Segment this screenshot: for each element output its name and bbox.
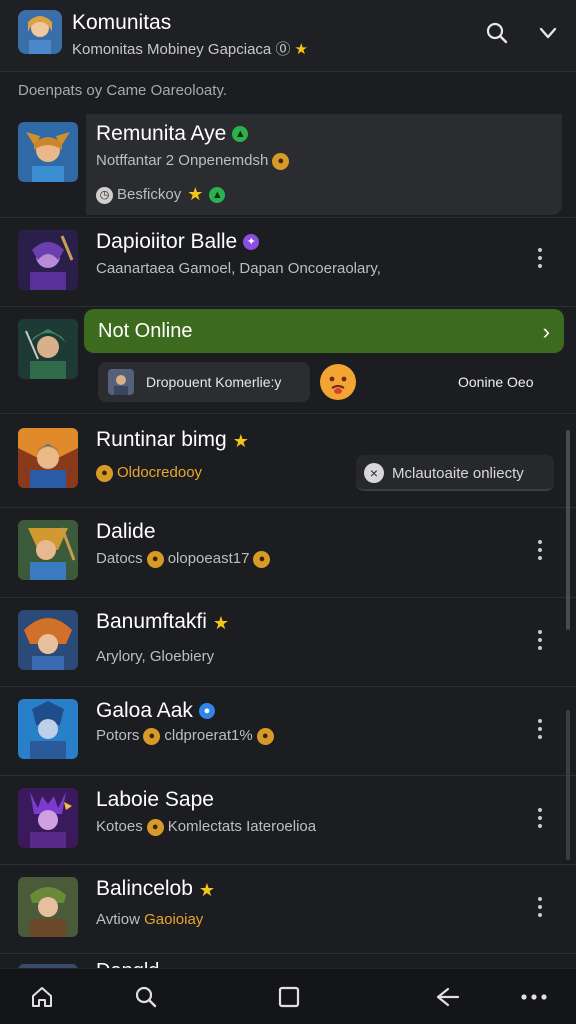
list-item[interactable]: Remunita Aye ▲ Notffantar 2 Onpenemdsh ● ◷…: [0, 114, 576, 214]
more-icon: [521, 994, 547, 1000]
item-avatar: [18, 520, 78, 580]
item-subtitle: Datocs ● olopoeast17 ●: [96, 550, 274, 568]
online-badge: ▲: [209, 187, 226, 204]
item-subtitle: Kotoes ● Komlectats Iateroelioa: [96, 818, 317, 836]
home-icon: [32, 987, 52, 1007]
home-button[interactable]: [26, 981, 58, 1013]
item-meta: ◷ Besfickoy ★ ▲: [96, 184, 226, 205]
item-subtitle: Potors ● cldproerat1% ●: [96, 727, 278, 745]
moderator-label: Mclautoaite onliecty: [392, 465, 524, 482]
menu-dropdown-button[interactable]: [533, 18, 563, 48]
chevron-right-icon: ›: [542, 319, 550, 344]
list-item[interactable]: [0, 954, 576, 968]
item-avatar: [18, 610, 78, 670]
coin-icon: ●: [272, 152, 290, 170]
item-name: Laboie Sape: [96, 788, 214, 811]
item-avatar: [18, 319, 78, 379]
coin-icon: ●: [146, 818, 164, 836]
item-subtitle: ● Oldocredooy: [96, 464, 202, 482]
coin-icon: ●: [253, 550, 271, 568]
status-badge: ▲: [232, 126, 249, 143]
item-subtitle: Notffantar 2 Onpenemdsh ●: [96, 152, 293, 170]
item-avatar: [18, 122, 78, 182]
coin-icon: ●: [96, 464, 113, 482]
list-item[interactable]: Galoa Aak ● Potors ● cldproerat1% ●: [0, 687, 576, 775]
star-icon: ★: [198, 880, 216, 900]
search-icon: [486, 22, 508, 44]
community-avatar[interactable]: [18, 10, 62, 54]
app-header: Komunitas Komonitas Mobiney Gapciaca ⓪ ★: [0, 0, 576, 72]
scrollbar-track: [566, 710, 570, 860]
more-options-button[interactable]: [528, 244, 552, 272]
item-avatar: [18, 428, 78, 488]
more-options-button[interactable]: [528, 626, 552, 654]
item-subtitle: Avtiow Gaoioiay: [96, 911, 204, 928]
item-avatar: [18, 877, 78, 937]
star-icon: ★: [232, 431, 249, 451]
list-item[interactable]: Banumftakfi ★ Arylory, Gloebiery: [0, 598, 576, 686]
coin-icon: ●: [256, 727, 274, 745]
item-avatar: [18, 699, 78, 759]
section-label: Doenpats oy Came Oareoloaty.: [18, 82, 227, 99]
online-count: Oonine Oeo: [458, 374, 534, 390]
chip-label: Dropouent Komerlie:y: [146, 374, 282, 390]
more-options-button[interactable]: [528, 804, 552, 832]
item-name: Dapioiitor Balle ✦: [96, 230, 260, 254]
chevron-down-icon: [539, 27, 557, 39]
item-name: Balincelob ★: [96, 877, 216, 900]
moderator-pill[interactable]: × Mclautoaite onliecty: [356, 455, 554, 491]
status-badge: ✦: [243, 234, 260, 251]
star-icon: ★: [212, 613, 230, 633]
item-avatar: [18, 788, 78, 848]
member-chip[interactable]: Dropouent Komerlie:y: [98, 362, 310, 402]
item-avatar: [18, 230, 78, 290]
list-item[interactable]: Dalide Datocs ● olopoeast17 ●: [0, 508, 576, 596]
recents-button[interactable]: [273, 981, 305, 1013]
status-badge: ●: [198, 703, 215, 720]
scrollbar[interactable]: [566, 430, 570, 630]
online-status-bar[interactable]: Not Online ›: [84, 309, 564, 353]
square-icon: [278, 986, 300, 1008]
list-item[interactable]: Dapioiitor Balle ✦ Caanartaea Gamoel, Dap…: [0, 218, 576, 306]
item-name: Remunita Aye ▲: [96, 122, 249, 146]
page-subtitle: Komonitas Mobiney Gapciaca ⓪ ★: [72, 41, 308, 58]
more-nav-button[interactable]: [518, 981, 550, 1013]
emoji-reaction-icon[interactable]: [320, 364, 356, 400]
star-icon: ★: [294, 41, 308, 58]
online-status-label: Not Online: [98, 320, 193, 342]
item-name: Banumftakfi ★: [96, 610, 230, 633]
bottom-navigation: [0, 968, 576, 1024]
item-subtitle: Arylory, Gloebiery: [96, 648, 215, 665]
close-icon[interactable]: ×: [364, 463, 384, 483]
clock-icon: ◷: [96, 186, 113, 204]
page-title: Komunitas: [72, 11, 172, 34]
item-name: Dalide: [96, 520, 156, 543]
coin-icon: ●: [146, 550, 164, 568]
more-options-button[interactable]: [528, 893, 552, 921]
search-button[interactable]: [482, 18, 512, 48]
back-icon: [436, 987, 460, 1007]
item-name: Runtinar bimg ★: [96, 428, 249, 451]
more-options-button[interactable]: [528, 715, 552, 743]
coin-icon: ●: [143, 727, 161, 745]
star-icon: ★: [187, 184, 204, 204]
back-button[interactable]: [432, 981, 464, 1013]
search-icon: [135, 986, 157, 1008]
list-item[interactable]: Balincelob ★ Avtiow Gaoioiay: [0, 865, 576, 953]
more-options-button[interactable]: [528, 536, 552, 564]
item-subtitle: Caanartaea Gamoel, Dapan Oncoeraolary,: [96, 260, 381, 277]
chip-avatar: [108, 369, 134, 395]
list-item[interactable]: Laboie Sape Kotoes ● Komlectats Iateroelio…: [0, 776, 576, 864]
item-name: Galoa Aak ●: [96, 699, 215, 723]
search-nav-button[interactable]: [130, 981, 162, 1013]
